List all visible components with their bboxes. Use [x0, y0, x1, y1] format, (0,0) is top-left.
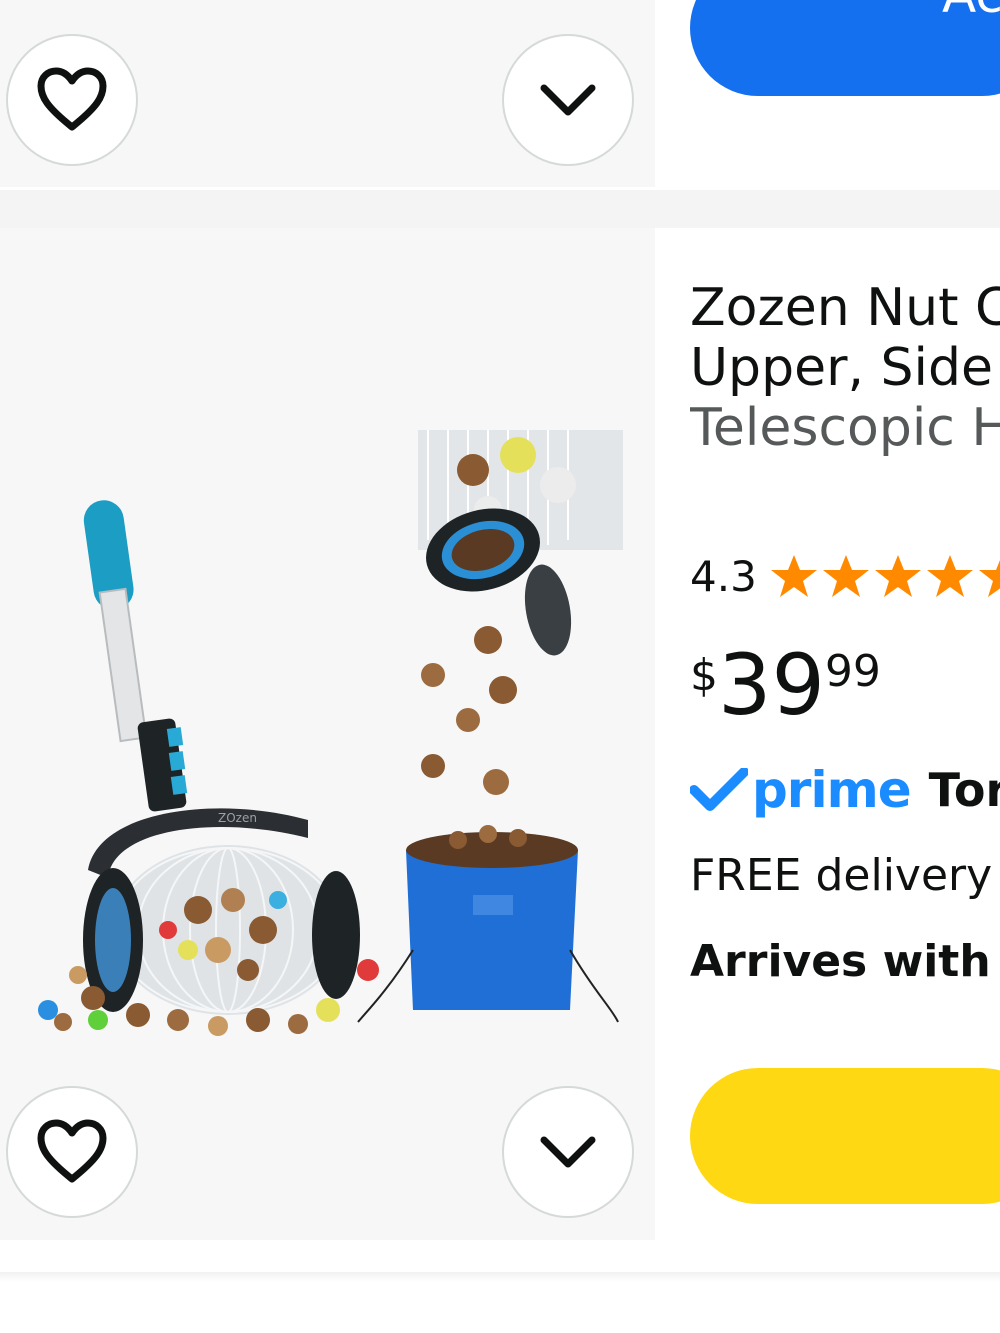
rating-value: 4.3 [690, 551, 757, 601]
product-title-line-1: Zozen Nut C [690, 278, 1000, 338]
checkmark-icon [690, 768, 748, 811]
favorite-button-product[interactable] [6, 1086, 138, 1218]
star-icon [770, 555, 817, 597]
prime-badge-row: prime Tor [690, 760, 1000, 820]
arrival-info: Arrives with u [690, 936, 1000, 987]
star-icon [822, 555, 869, 597]
price-fraction: 99 [824, 646, 881, 697]
product-title[interactable]: Zozen Nut C Upper, Side Telescopic H [690, 278, 1000, 458]
price-whole: 39 [718, 636, 825, 734]
heart-outline-icon [37, 67, 107, 131]
chevron-down-icon [540, 1136, 596, 1168]
prime-label: prime [752, 761, 912, 819]
prime-delivery-day: Tor [928, 763, 1000, 817]
product-rating[interactable]: 4.3 [690, 548, 1000, 604]
next-section [0, 1242, 1000, 1333]
chevron-down-icon [540, 84, 596, 116]
previous-result-card: Ac [0, 0, 1000, 190]
add-to-cart-button[interactable]: Ac [690, 0, 1000, 96]
product-image[interactable]: ZOzen [18, 430, 623, 1040]
delivery-info: FREE delivery [690, 850, 993, 901]
product-price: $3999 [690, 640, 881, 730]
star-icon [978, 559, 1000, 597]
price-currency: $ [690, 650, 718, 701]
star-icon [874, 555, 921, 597]
more-options-button[interactable] [502, 34, 634, 166]
add-to-cart-button-yellow[interactable] [690, 1068, 1000, 1204]
product-title-line-2: Upper, Side [690, 338, 993, 398]
section-divider [0, 1272, 1000, 1282]
card-divider [0, 190, 1000, 228]
favorite-button[interactable] [6, 34, 138, 166]
add-to-cart-label: Ac [942, 0, 1000, 20]
more-options-button-product[interactable] [502, 1086, 634, 1218]
heart-outline-icon [37, 1119, 107, 1183]
rating-stars [769, 553, 1000, 599]
product-title-line-3: Telescopic H [690, 398, 1000, 458]
star-icon [926, 555, 973, 597]
product-image-brand: ZOzen [218, 811, 257, 825]
